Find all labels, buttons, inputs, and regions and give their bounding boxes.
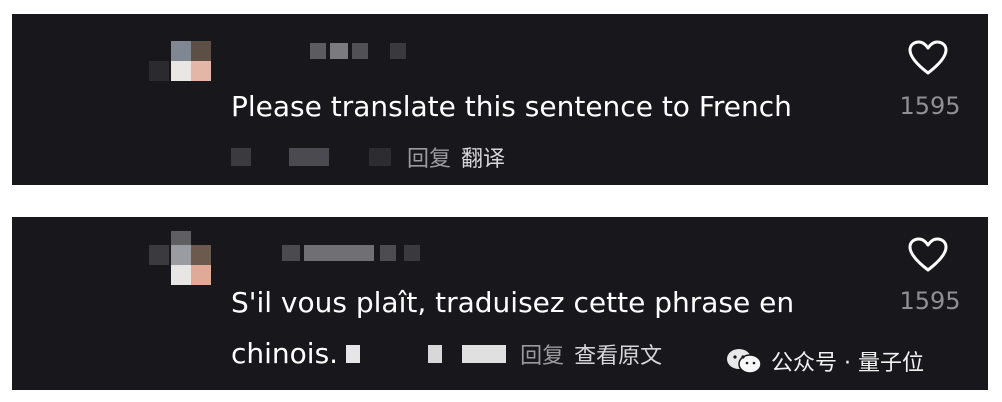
translate-button[interactable]: 翻译 bbox=[461, 141, 505, 173]
heart-icon[interactable] bbox=[907, 40, 949, 76]
watermark-text: 公众号 · 量子位 bbox=[771, 351, 924, 376]
heart-icon[interactable] bbox=[907, 237, 949, 273]
wechat-icon bbox=[727, 349, 762, 374]
comment-meta: 回复 翻译 bbox=[231, 142, 505, 172]
avatar[interactable] bbox=[149, 41, 211, 103]
comment-meta: chinois. 回复 查看原文 bbox=[231, 337, 662, 370]
like-count: 1595 bbox=[899, 287, 961, 315]
comment-text-line-1: S'il vous plaît, traduisez cette phrase … bbox=[231, 286, 795, 319]
comment-text: Please translate this sentence to French bbox=[231, 90, 792, 123]
comment-text-line-2: chinois. bbox=[231, 337, 339, 370]
username[interactable] bbox=[282, 43, 442, 59]
reply-button[interactable]: 回复 bbox=[407, 141, 451, 173]
watermark: 公众号 · 量子位 bbox=[725, 346, 924, 376]
like-count: 1595 bbox=[899, 92, 961, 120]
username[interactable] bbox=[282, 245, 442, 261]
reply-button[interactable]: 回复 bbox=[520, 338, 564, 370]
avatar[interactable] bbox=[149, 231, 211, 293]
view-original-button[interactable]: 查看原文 bbox=[574, 338, 662, 370]
comment-card: Please translate this sentence to French… bbox=[12, 14, 988, 185]
